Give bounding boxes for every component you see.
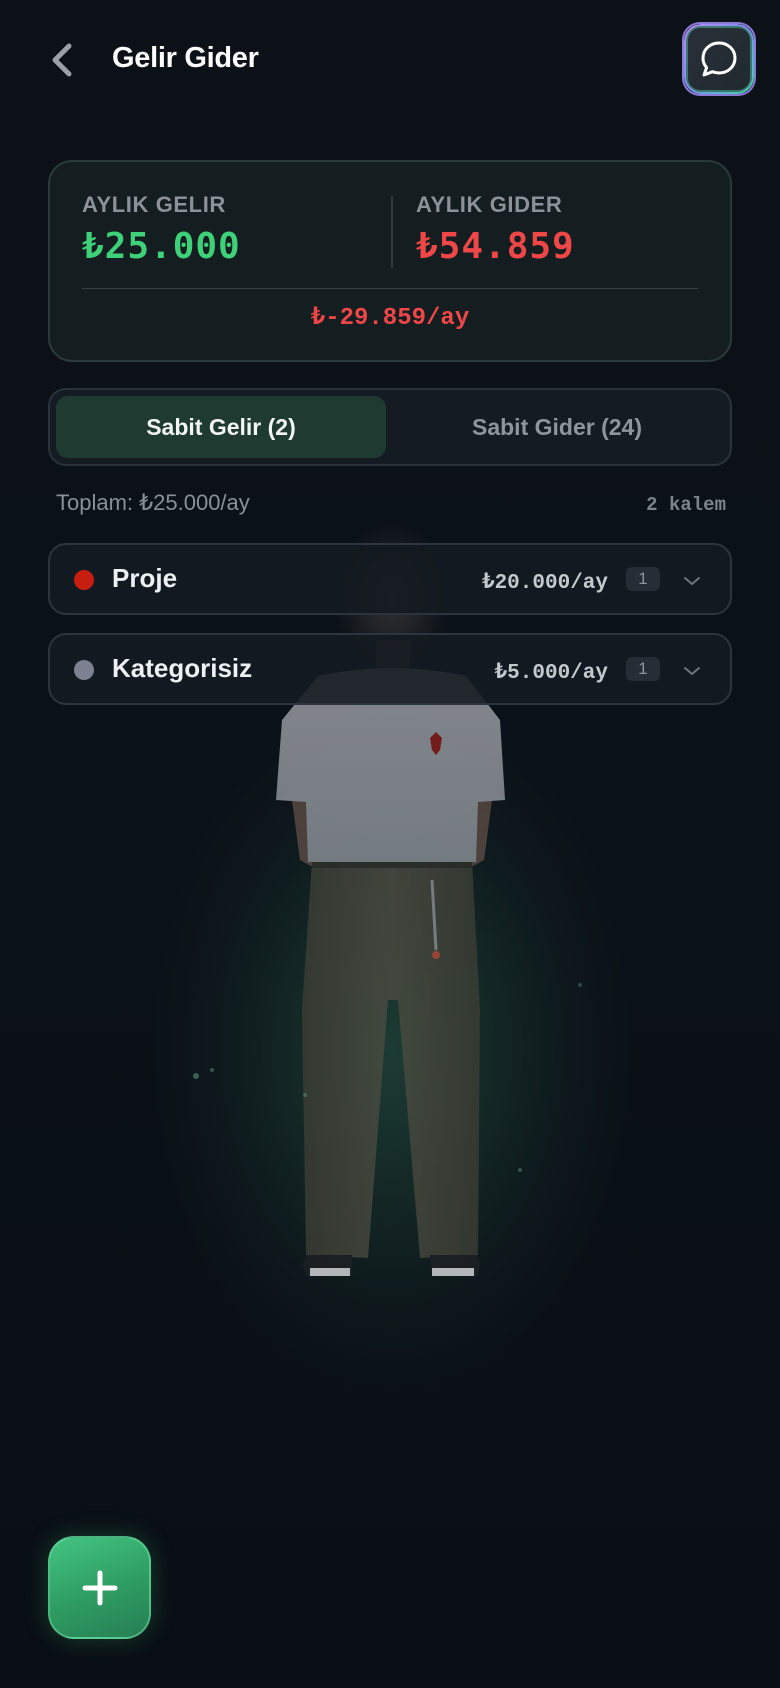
- page: Gelir Gider AYLIK GELIR ₺25.000 AYLIK GI…: [0, 0, 780, 1688]
- total-amount: Toplam: ₺25.000/ay: [56, 490, 250, 515]
- category-color-dot: [74, 660, 94, 680]
- income-summary: AYLIK GELIR ₺25.000: [82, 192, 241, 267]
- income-value: ₺25.000: [82, 226, 241, 267]
- tab-fixed-income[interactable]: Sabit Gelir (2): [56, 396, 386, 458]
- monthly-summary-card: AYLIK GELIR ₺25.000 AYLIK GIDER ₺54.859 …: [48, 160, 732, 362]
- net-balance: ₺-29.859/ay: [310, 305, 470, 332]
- income-label: AYLIK GELIR: [82, 192, 226, 217]
- category-amount: ₺5.000/ay: [494, 662, 608, 685]
- page-title: Gelir Gider: [112, 42, 259, 74]
- category-amount: ₺20.000/ay: [481, 572, 608, 595]
- category-count-badge: 1: [626, 657, 660, 681]
- category-name: Proje: [112, 563, 178, 593]
- summary-horizontal-divider: [82, 288, 698, 289]
- category-count-badge: 1: [626, 567, 660, 591]
- chevron-left-icon: [52, 43, 72, 77]
- chat-bubble-icon: [701, 41, 737, 77]
- totals-row: Toplam: ₺25.000/ay 2 kalem: [56, 490, 726, 520]
- back-button[interactable]: [38, 36, 86, 84]
- expense-label: AYLIK GIDER: [416, 192, 563, 217]
- tab-fixed-expense[interactable]: Sabit Gider (24): [392, 396, 722, 458]
- expense-summary: AYLIK GIDER ₺54.859: [416, 192, 575, 267]
- top-bar: Gelir Gider: [0, 0, 780, 120]
- category-row-kategorisiz[interactable]: Kategorisiz ₺5.000/ay 1: [48, 633, 732, 705]
- category-name: Kategorisiz: [112, 653, 253, 683]
- chevron-down-icon[interactable]: [680, 569, 704, 593]
- plus-icon: [82, 1570, 117, 1605]
- tab-bar: Sabit Gelir (2) Sabit Gider (24): [48, 388, 732, 466]
- chat-button[interactable]: [684, 24, 754, 94]
- expense-value: ₺54.859: [416, 226, 575, 267]
- summary-divider: [391, 196, 393, 268]
- item-count: 2 kalem: [646, 494, 726, 516]
- add-button[interactable]: [48, 1536, 151, 1639]
- category-color-dot: [74, 570, 94, 590]
- chevron-down-icon[interactable]: [680, 659, 704, 683]
- category-row-proje[interactable]: Proje ₺20.000/ay 1: [48, 543, 732, 615]
